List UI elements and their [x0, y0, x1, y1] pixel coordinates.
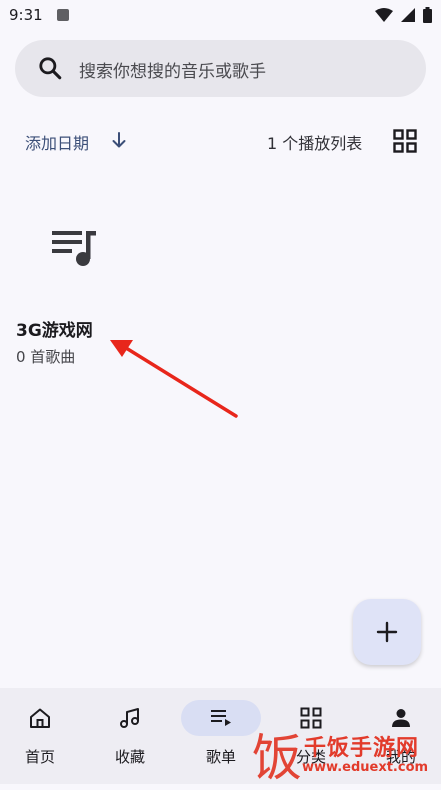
playlist-count: 1 个播放列表	[267, 134, 363, 153]
status-icons	[375, 7, 432, 23]
nav-label-favorites: 收藏	[114, 748, 145, 766]
search-icon	[39, 57, 62, 80]
nav-label-categories: 分类	[295, 748, 326, 766]
signal-icon	[401, 8, 415, 22]
playlist-icon	[211, 710, 231, 726]
status-time: 9:31	[9, 6, 43, 24]
home-icon	[30, 708, 50, 728]
playlist-music-icon	[52, 231, 96, 266]
nav-item-playlists[interactable]: 歌单	[181, 688, 261, 784]
bottom-navigation: 首页 收藏 歌单 分类 我的	[0, 688, 441, 784]
grid-icon	[300, 707, 322, 729]
status-bar: 9:31	[0, 0, 441, 30]
person-icon	[392, 709, 410, 727]
nav-item-favorites[interactable]: 收藏	[90, 688, 170, 784]
arrow-down-icon[interactable]	[110, 130, 128, 150]
playlist-title: 3G游戏网	[16, 321, 93, 341]
app-a-icon	[57, 9, 69, 21]
nav-item-categories[interactable]: 分类	[271, 688, 351, 784]
nav-label-home: 首页	[24, 748, 55, 766]
annotation-arrow	[110, 340, 238, 418]
grid-view-icon[interactable]	[393, 129, 417, 153]
search-placeholder: 搜索你想搜的音乐或歌手	[79, 62, 266, 82]
battery-icon	[423, 7, 432, 23]
search-bar[interactable]: 搜索你想搜的音乐或歌手	[15, 40, 426, 97]
music-note-icon	[120, 708, 139, 728]
nav-item-home[interactable]: 首页	[0, 688, 80, 784]
sort-by-date-button[interactable]: 添加日期	[25, 130, 89, 154]
nav-label-profile: 我的	[385, 748, 416, 766]
nav-label-playlists: 歌单	[205, 748, 236, 766]
nav-item-profile[interactable]: 我的	[361, 688, 441, 784]
playlist-song-count: 0 首歌曲	[16, 348, 76, 366]
add-playlist-button[interactable]	[353, 599, 421, 665]
wifi-icon	[375, 8, 393, 22]
plus-icon	[376, 621, 398, 643]
